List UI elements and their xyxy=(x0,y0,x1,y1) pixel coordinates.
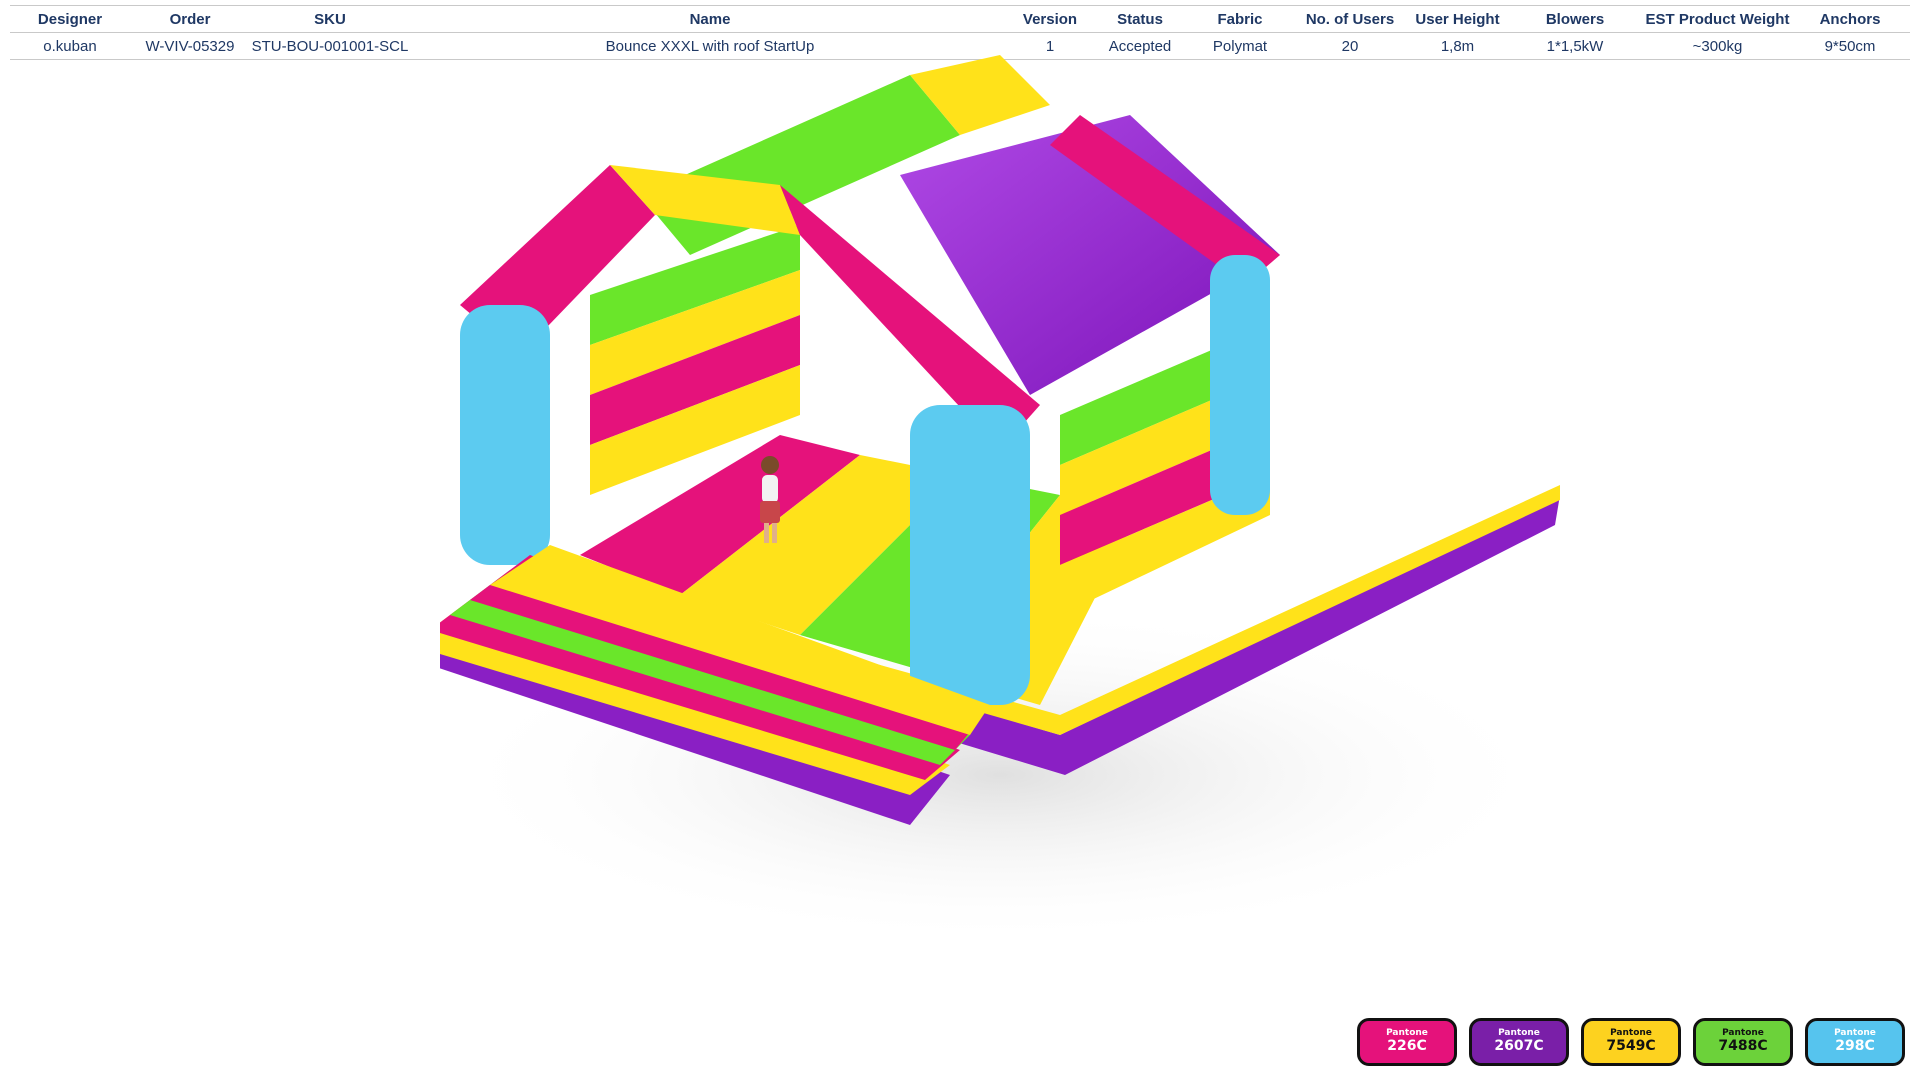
header-fabric: Fabric xyxy=(1190,5,1290,33)
column-front-left xyxy=(460,305,550,565)
pantone-swatches: Pantone 226C Pantone 2607C Pantone 7549C… xyxy=(1357,1018,1905,1066)
swatch-code: 2607C xyxy=(1494,1038,1544,1055)
header-height: User Height xyxy=(1410,5,1505,33)
header-blowers: Blowers xyxy=(1505,5,1645,33)
value-order: W-VIV-05329 xyxy=(130,32,250,60)
spec-table: Designer Order SKU Name Version Status F… xyxy=(10,5,1910,60)
swatch-code: 226C xyxy=(1387,1038,1427,1055)
swatch-yellow: Pantone 7549C xyxy=(1581,1018,1681,1066)
header-version: Version xyxy=(1010,5,1090,33)
header-name: Name xyxy=(410,5,1010,33)
column-back-right xyxy=(1210,255,1270,515)
swatch-purple: Pantone 2607C xyxy=(1469,1018,1569,1066)
header-designer: Designer xyxy=(10,5,130,33)
header-order: Order xyxy=(130,5,250,33)
value-sku: STU-BOU-001001-SCL xyxy=(250,32,410,60)
header-anchors: Anchors xyxy=(1790,5,1910,33)
bouncy-castle-illustration xyxy=(440,55,1560,945)
swatch-green: Pantone 7488C xyxy=(1693,1018,1793,1066)
value-weight: ~300kg xyxy=(1645,32,1790,60)
swatch-code: 7488C xyxy=(1718,1038,1768,1055)
header-status: Status xyxy=(1090,5,1190,33)
bouncy-castle-render xyxy=(440,55,1620,1015)
value-anchors: 9*50cm xyxy=(1790,32,1910,60)
swatch-blue: Pantone 298C xyxy=(1805,1018,1905,1066)
header-sku: SKU xyxy=(250,5,410,33)
spec-header-row: Designer Order SKU Name Version Status F… xyxy=(10,5,1910,33)
value-designer: o.kuban xyxy=(10,32,130,60)
swatch-code: 7549C xyxy=(1606,1038,1656,1055)
header-weight: EST Product Weight xyxy=(1645,5,1790,33)
swatch-code: 298C xyxy=(1835,1038,1875,1055)
header-users: No. of Users xyxy=(1290,5,1410,33)
column-front-right xyxy=(910,405,1030,705)
swatch-pink: Pantone 226C xyxy=(1357,1018,1457,1066)
